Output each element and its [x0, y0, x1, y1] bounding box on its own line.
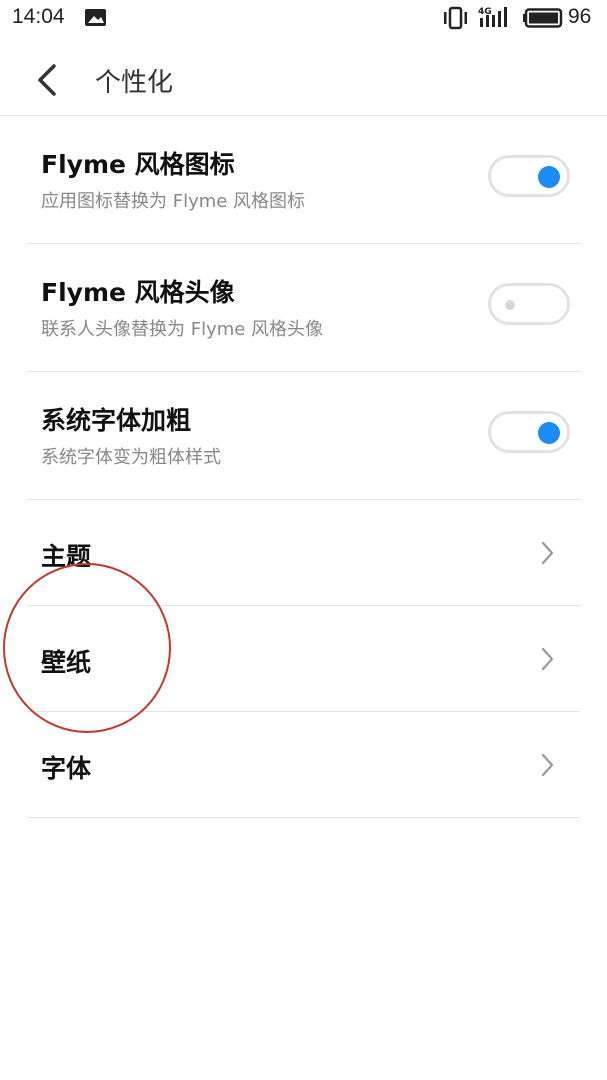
bold-font-toggle[interactable]: [488, 411, 570, 453]
setting-subtitle: 系统字体变为粗体样式: [41, 447, 221, 468]
setting-title: 字体: [41, 754, 92, 783]
setting-title: Flyme 风格头像: [41, 278, 235, 307]
page-title: 个性化: [95, 68, 174, 98]
toggle-knob: [538, 166, 560, 188]
settings-list: Flyme 风格图标 应用图标替换为 Flyme 风格图标 Flyme 风格头像…: [27, 116, 580, 818]
setting-title: 主题: [41, 542, 92, 571]
back-arrow-icon[interactable]: [28, 58, 68, 102]
toggle-knob: [538, 422, 560, 444]
status-time: 14:04: [12, 5, 65, 28]
chevron-right-icon: [541, 647, 554, 671]
chevron-right-icon: [541, 753, 554, 777]
network-type-label: 4G: [478, 7, 492, 17]
chevron-right-icon: [541, 541, 554, 565]
setting-bold-font[interactable]: 系统字体加粗 系统字体变为粗体样式: [27, 372, 580, 500]
setting-wallpaper[interactable]: 壁纸: [27, 606, 580, 712]
flyme-icons-toggle[interactable]: [488, 155, 570, 197]
toggle-knob: [505, 300, 515, 310]
signal-icon: 4G: [478, 7, 507, 27]
setting-flyme-icons[interactable]: Flyme 风格图标 应用图标替换为 Flyme 风格图标: [27, 116, 580, 244]
vibrate-icon: [444, 6, 467, 30]
page-header: 个性化: [0, 40, 607, 116]
setting-subtitle: 联系人头像替换为 Flyme 风格头像: [41, 319, 324, 340]
setting-subtitle: 应用图标替换为 Flyme 风格图标: [41, 191, 306, 212]
battery-level: 96: [568, 5, 592, 28]
setting-flyme-avatars[interactable]: Flyme 风格头像 联系人头像替换为 Flyme 风格头像: [27, 244, 580, 372]
image-notification-icon: [85, 9, 106, 26]
status-bar: 14:04 4G 96: [0, 0, 607, 38]
setting-title: 系统字体加粗: [41, 406, 192, 435]
setting-font[interactable]: 字体: [27, 712, 580, 818]
battery-icon: [523, 8, 563, 28]
setting-title: Flyme 风格图标: [41, 150, 235, 179]
setting-title: 壁纸: [41, 648, 92, 677]
setting-theme[interactable]: 主题: [27, 500, 580, 606]
flyme-avatars-toggle[interactable]: [488, 283, 570, 325]
